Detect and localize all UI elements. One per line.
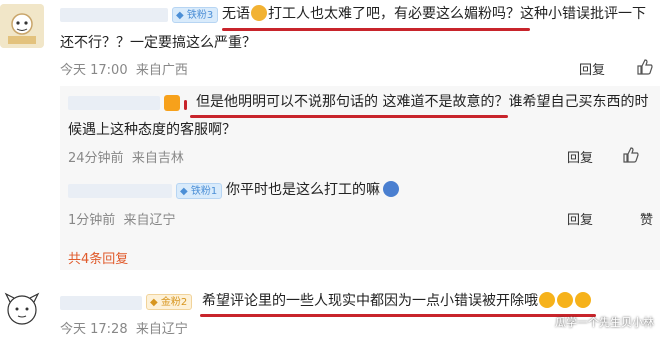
comment-text: 无语 打工人也太难了吧，有必要这么媚粉吗？这种小错误批评一下 bbox=[222, 5, 646, 22]
gold-fan-badge[interactable]: ◆ 金粉2 bbox=[146, 294, 193, 310]
avatar-cartoon-icon bbox=[0, 4, 44, 48]
reply-thread bbox=[60, 86, 660, 270]
thumbs-up-icon[interactable] bbox=[622, 146, 640, 164]
highlight-underline bbox=[200, 314, 596, 317]
emoji-face-icon bbox=[251, 5, 267, 21]
highlight-underline bbox=[222, 28, 530, 31]
emoji-face-icon bbox=[383, 181, 399, 197]
thumbs-up-icon[interactable] bbox=[636, 58, 654, 76]
avatar-cartoon-icon bbox=[4, 292, 40, 325]
avatar[interactable] bbox=[0, 4, 44, 48]
reply-button[interactable]: 回复 bbox=[567, 147, 593, 166]
more-replies-link[interactable]: 共4条回复 bbox=[68, 248, 128, 267]
emoji-face-icon bbox=[575, 292, 591, 308]
emoji-face-icon bbox=[539, 292, 555, 308]
comment-text-line2: 还不行？？一定要搞这么严重？ bbox=[60, 35, 256, 51]
watermark: 瓜学一个先生贝小林 bbox=[555, 316, 654, 329]
highlight-underline bbox=[190, 115, 508, 118]
reply-text-line2: 候遇上这种态度的客服啊？ bbox=[68, 122, 236, 138]
emoji-face-icon bbox=[557, 292, 573, 308]
fan-badge[interactable]: ◆ 铁粉3 bbox=[172, 7, 219, 23]
reply-button[interactable]: 回复 bbox=[579, 59, 605, 78]
comment-time: 今天 17:00 来自广西 bbox=[60, 63, 188, 78]
nickname[interactable] bbox=[60, 8, 168, 22]
reply-time: 1分钟前 来自辽宁 bbox=[68, 213, 176, 228]
reply-text: 但是他明明可以不说那句话的 这难道不是故意的？谁希望自己买东西的时 bbox=[196, 94, 649, 110]
reply-time: 24分钟前 来自吉林 bbox=[68, 151, 184, 166]
reply-text: 你平时也是这么打工的嘛 bbox=[226, 180, 400, 201]
avatar[interactable] bbox=[0, 288, 44, 332]
comment-text: 希望评论里的一些人现实中都因为一点小错误被开除哦 bbox=[202, 291, 592, 312]
reply-button[interactable]: 回复 bbox=[567, 209, 593, 228]
nickname[interactable] bbox=[68, 96, 160, 110]
comment-time: 今天 17:28 来自辽宁 bbox=[60, 322, 188, 337]
highlight-marker bbox=[184, 100, 187, 110]
like-button[interactable]: 赞 bbox=[640, 209, 653, 228]
nickname[interactable] bbox=[68, 184, 172, 198]
nickname[interactable] bbox=[60, 296, 142, 310]
fan-badge[interactable]: ◆ 铁粉1 bbox=[176, 183, 223, 199]
badge-emoji-icon bbox=[164, 95, 180, 111]
